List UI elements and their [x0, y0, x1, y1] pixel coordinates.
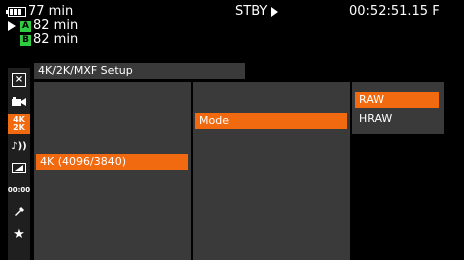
menu-level-2: Mode: [193, 82, 350, 260]
star-icon[interactable]: ★: [8, 224, 30, 244]
option-hraw[interactable]: HRAW: [355, 111, 439, 127]
play-icon: [8, 21, 16, 31]
arrow-right-icon: [271, 6, 279, 17]
slot-a-badge: A: [20, 20, 31, 32]
timecode: 00:52:51.15 F: [349, 4, 440, 19]
4k2k-icon[interactable]: 4K 2K: [8, 114, 30, 134]
slot-a-time: 82 min: [33, 18, 79, 33]
menu-item-mode[interactable]: Mode: [195, 113, 347, 129]
record-mode: STBY: [235, 4, 279, 19]
slot-b-time: 82 min: [33, 32, 79, 47]
lcd-icon[interactable]: [8, 158, 30, 178]
menu-title: 4K/2K/MXF Setup: [34, 63, 245, 79]
option-raw[interactable]: RAW: [355, 92, 439, 108]
slot-b-badge: B: [20, 34, 31, 46]
menu-level-1: 4K (4096/3840): [34, 82, 191, 260]
close-icon[interactable]: ×: [8, 70, 30, 90]
timecode-icon[interactable]: 00:00: [8, 180, 30, 200]
menu-level-3: RAW HRAW: [352, 82, 444, 134]
slot-a-status: A 82 min: [8, 19, 78, 33]
battery-time: 77 min: [28, 4, 74, 19]
battery-icon: [6, 7, 26, 17]
menu-sidebar: × 4K 2K ♪)) 00:00 ★: [8, 68, 30, 260]
camera-icon[interactable]: [8, 92, 30, 112]
audio-icon[interactable]: ♪)): [8, 136, 30, 156]
menu-item-4k[interactable]: 4K (4096/3840): [36, 154, 188, 170]
slot-b-status: B 82 min: [20, 33, 78, 47]
wrench-icon[interactable]: [8, 202, 30, 222]
record-mode-label: STBY: [235, 4, 268, 19]
battery-status: 77 min: [6, 4, 74, 19]
